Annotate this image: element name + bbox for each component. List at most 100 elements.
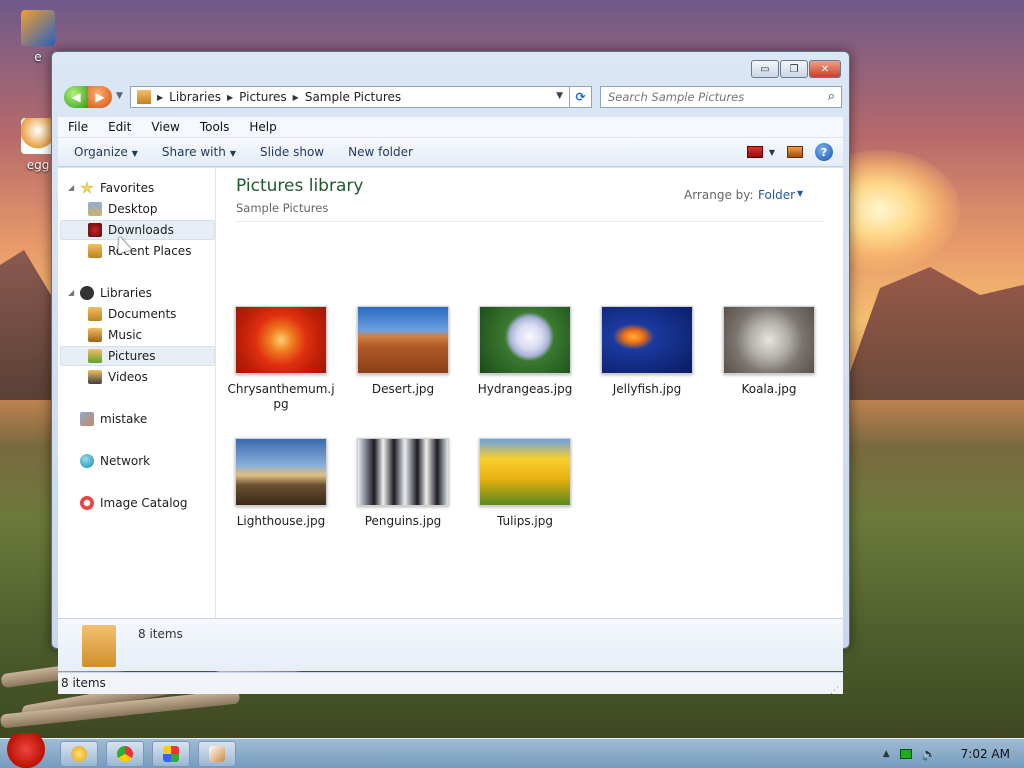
nav-pictures-label: Pictures xyxy=(108,349,156,363)
file-thumbnail-desert[interactable]: Desert.jpg xyxy=(348,306,458,397)
nav-network-label: Network xyxy=(100,454,151,468)
recent-pages-chevron-icon[interactable]: ▼ xyxy=(116,91,123,101)
arrange-by-chevron-down-icon[interactable]: ▼ xyxy=(797,189,803,198)
taskbar-app-paint[interactable] xyxy=(198,741,236,767)
close-button[interactable]: ✕ xyxy=(809,60,841,78)
nav-documents-label: Documents xyxy=(108,307,177,321)
breadcrumb-separator-icon[interactable]: ▶ xyxy=(157,93,163,102)
maximize-button[interactable]: ❐ xyxy=(780,60,808,78)
documents-icon xyxy=(88,307,102,321)
status-bar: 8 items ⋰ xyxy=(58,672,843,696)
nav-videos[interactable]: Videos xyxy=(88,367,148,387)
file-name: Tulips.jpg xyxy=(496,514,554,528)
refresh-button[interactable]: ⟳ xyxy=(570,86,592,108)
nav-music[interactable]: Music xyxy=(88,325,142,345)
nav-desktop[interactable]: Desktop xyxy=(88,199,158,219)
forward-button[interactable]: ▶ xyxy=(88,86,112,108)
star-icon xyxy=(80,181,94,194)
library-folder-icon xyxy=(82,625,116,667)
preview-pane-icon[interactable] xyxy=(787,146,803,158)
minimize-button[interactable]: ▭ xyxy=(751,60,779,78)
nav-pictures[interactable]: Pictures xyxy=(60,346,215,366)
photo-jellyfish xyxy=(601,306,693,374)
search-icon[interactable]: ⌕ xyxy=(828,89,835,104)
divider xyxy=(236,221,824,222)
file-name: Jellyfish.jpg xyxy=(612,382,682,396)
desktop-icon xyxy=(88,202,102,216)
system-tray: ▲ 🔈 7:02 AM xyxy=(883,739,1010,768)
network-icon xyxy=(80,454,94,468)
file-thumbnail-jellyfish[interactable]: Jellyfish.jpg xyxy=(592,306,702,397)
menu-help[interactable]: Help xyxy=(239,120,286,134)
library-subtitle[interactable]: Sample Pictures xyxy=(236,201,328,215)
slide-show-button[interactable]: Slide show xyxy=(252,145,332,159)
file-name: Chrysanthemum.jpg xyxy=(227,382,335,411)
file-list-pane: Pictures library Sample Pictures Arrange… xyxy=(217,168,843,618)
taskbar-app-explorer[interactable] xyxy=(60,741,98,767)
paint-icon xyxy=(209,746,225,762)
breadcrumb-separator-icon[interactable]: ▶ xyxy=(293,93,299,102)
breadcrumb-libraries[interactable]: Libraries xyxy=(169,90,221,104)
photo-penguins xyxy=(357,438,449,506)
breadcrumb-separator-icon[interactable]: ▶ xyxy=(227,93,233,102)
file-name: Koala.jpg xyxy=(741,382,797,396)
change-view-icon[interactable] xyxy=(746,146,763,158)
taskbar: ▲ 🔈 7:02 AM xyxy=(0,733,1024,768)
search-box[interactable]: ⌕ xyxy=(600,86,842,108)
arrange-by-dropdown[interactable]: Folder xyxy=(758,188,795,202)
address-bar[interactable]: ▶ Libraries ▶ Pictures ▶ Sample Pictures… xyxy=(130,86,570,108)
homegroup-icon xyxy=(80,412,94,426)
menu-file[interactable]: File xyxy=(58,120,98,134)
clock[interactable]: 7:02 AM xyxy=(961,747,1010,761)
file-name: Penguins.jpg xyxy=(364,514,442,528)
nav-network[interactable]: Network xyxy=(80,451,150,471)
menu-edit[interactable]: Edit xyxy=(98,120,141,134)
nav-desktop-label: Desktop xyxy=(108,202,158,216)
image-catalog-icon xyxy=(80,496,94,510)
photo-tulips xyxy=(479,438,571,506)
menu-view[interactable]: View xyxy=(141,120,189,134)
content-area: ◢ Favorites Desktop Downloads Recent Pla… xyxy=(58,168,843,618)
back-button[interactable]: ◀ xyxy=(64,86,88,108)
taskbar-app-chrome[interactable] xyxy=(106,741,144,767)
new-folder-button[interactable]: New folder xyxy=(340,145,421,159)
expand-libraries-icon[interactable]: ◢ xyxy=(68,288,74,297)
media-player-icon xyxy=(163,746,179,762)
help-button[interactable]: ? xyxy=(815,143,833,161)
photo-lighthouse xyxy=(235,438,327,506)
nav-image-catalog[interactable]: Image Catalog xyxy=(80,493,187,513)
nav-videos-label: Videos xyxy=(108,370,148,384)
file-thumbnail-hydrangeas[interactable]: Hydrangeas.jpg xyxy=(470,306,580,397)
file-thumbnail-tulips[interactable]: Tulips.jpg xyxy=(470,438,580,529)
nav-favorites[interactable]: Favorites xyxy=(80,178,154,198)
nav-documents[interactable]: Documents xyxy=(88,304,176,324)
file-thumbnail-penguins[interactable]: Penguins.jpg xyxy=(348,438,458,529)
menu-tools[interactable]: Tools xyxy=(190,120,240,134)
breadcrumb-sample-pictures[interactable]: Sample Pictures xyxy=(305,90,401,104)
resize-grip-icon[interactable]: ⋰ xyxy=(830,681,840,696)
share-with-button[interactable]: Share with ▼ xyxy=(154,145,244,159)
file-thumbnail-koala[interactable]: Koala.jpg xyxy=(714,306,824,397)
nav-recent-places[interactable]: Recent Places xyxy=(88,241,191,261)
file-thumbnail-chrysanthemum[interactable]: Chrysanthemum.jpg xyxy=(226,306,336,412)
battery-icon[interactable] xyxy=(899,749,912,759)
desktop-wallpaper-mountain xyxy=(840,267,1024,400)
address-row: ◀ ▶ ▼ ▶ Libraries ▶ Pictures ▶ Sample Pi… xyxy=(60,86,843,110)
nav-downloads[interactable]: Downloads xyxy=(60,220,215,240)
nav-image-catalog-label: Image Catalog xyxy=(100,496,188,510)
share-with-label: Share with xyxy=(161,145,226,159)
organize-button[interactable]: Organize ▼ xyxy=(66,145,146,159)
expand-favorites-icon[interactable]: ◢ xyxy=(68,183,74,192)
taskbar-app-media[interactable] xyxy=(152,741,190,767)
videos-icon xyxy=(88,370,102,384)
view-dropdown-chevron-icon[interactable]: ▼ xyxy=(769,148,775,157)
show-hidden-icons-icon[interactable]: ▲ xyxy=(883,749,890,759)
address-dropdown-icon[interactable]: ▼ xyxy=(556,91,563,101)
search-input[interactable] xyxy=(608,90,813,104)
volume-icon[interactable]: 🔈 xyxy=(922,747,937,761)
file-thumbnail-lighthouse[interactable]: Lighthouse.jpg xyxy=(226,438,336,529)
nav-mistake[interactable]: mistake xyxy=(80,409,147,429)
nav-libraries[interactable]: Libraries xyxy=(80,283,152,303)
start-button[interactable] xyxy=(2,733,50,768)
breadcrumb-pictures[interactable]: Pictures xyxy=(239,90,287,104)
